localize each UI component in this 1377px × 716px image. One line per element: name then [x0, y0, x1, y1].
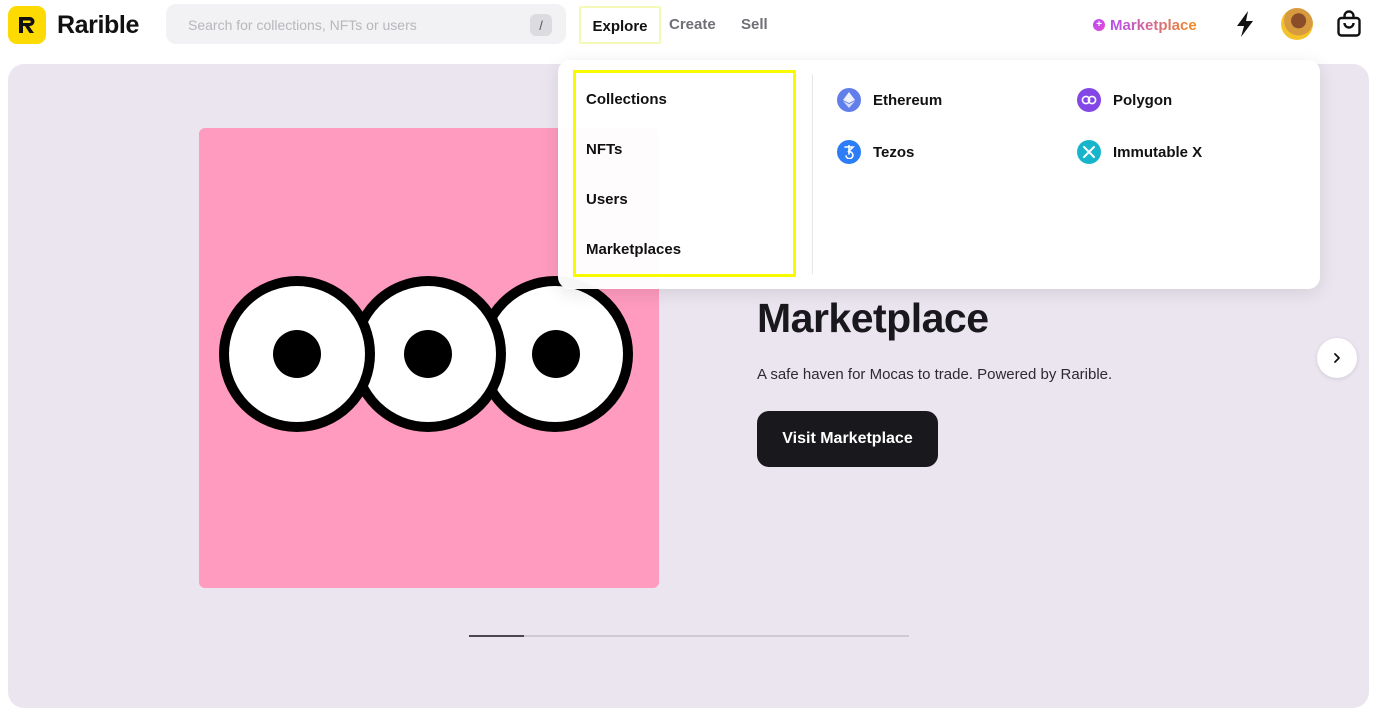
polygon-icon: [1077, 88, 1101, 112]
chain-label-tezos: Tezos: [873, 143, 915, 161]
hero-title: Marketplace: [757, 295, 989, 341]
carousel-next-button[interactable]: [1317, 338, 1357, 378]
immutable-x-icon: [1077, 140, 1101, 164]
chevron-right-icon: [1334, 353, 1340, 363]
carousel-progress-track: [469, 635, 909, 637]
plus-circle-icon: +: [1093, 19, 1105, 31]
top-navbar: Rarible / Explore Create Sell + Marketpl…: [0, 0, 1377, 50]
chain-label-ethereum: Ethereum: [873, 91, 943, 109]
tezos-icon: [837, 140, 861, 164]
chain-polygon[interactable]: Polygon: [1077, 88, 1172, 112]
search-bar[interactable]: /: [166, 4, 566, 46]
nav-explore[interactable]: Explore: [579, 6, 661, 44]
visit-marketplace-button[interactable]: Visit Marketplace: [757, 411, 938, 467]
nav-create[interactable]: Create: [669, 6, 716, 44]
search-shortcut-key: /: [530, 14, 552, 36]
menu-item-collections[interactable]: Collections: [586, 90, 667, 110]
hero-description: A safe haven for Mocas to trade. Powered…: [757, 366, 1113, 383]
menu-item-nfts[interactable]: NFTs: [586, 140, 622, 160]
menu-item-users[interactable]: Users: [586, 190, 628, 210]
menu-item-marketplaces[interactable]: Marketplaces: [586, 240, 681, 260]
explore-categories: Collections NFTs Users Marketplaces: [573, 70, 796, 277]
lightning-icon[interactable]: [1234, 10, 1256, 38]
explore-dropdown-menu: Collections NFTs Users Marketplaces Ethe…: [558, 60, 1320, 289]
chain-tezos[interactable]: Tezos: [837, 140, 914, 164]
carousel-progress-fill: [469, 635, 524, 637]
chain-ethereum[interactable]: Ethereum: [837, 88, 942, 112]
shopping-bag-icon[interactable]: [1336, 10, 1362, 38]
nav-sell[interactable]: Sell: [741, 6, 768, 44]
chain-label-polygon: Polygon: [1113, 91, 1173, 109]
marketplace-link[interactable]: + Marketplace: [1093, 14, 1197, 36]
chain-immutable-x[interactable]: Immutable X: [1077, 140, 1202, 164]
rarible-logo-icon: [19, 17, 35, 33]
ethereum-icon: [837, 88, 861, 112]
marketplace-link-label: Marketplace: [1110, 16, 1197, 34]
search-input[interactable]: [186, 4, 520, 46]
menu-divider: [812, 74, 813, 274]
logo-text[interactable]: Rarible: [57, 10, 139, 40]
avatar[interactable]: [1281, 8, 1313, 40]
chain-label-immutable-x: Immutable X: [1113, 143, 1203, 161]
rarible-logo[interactable]: [8, 6, 46, 44]
